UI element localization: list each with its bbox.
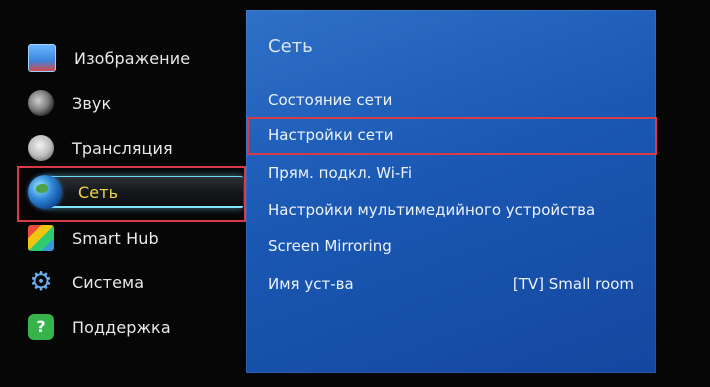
panel-item-label: Состояние сети: [268, 91, 393, 109]
panel-item-label: Настройки сети: [268, 126, 394, 144]
panel-item-label: Настройки мультимедийного устройства: [268, 201, 596, 219]
menu-item-picture[interactable]: Изображение: [28, 38, 243, 78]
panel-item-network-status[interactable]: Состояние сети: [246, 83, 656, 117]
menu-item-label: Сеть: [78, 182, 119, 202]
panel-title: Сеть: [268, 36, 313, 57]
menu-item-sound[interactable]: Звук: [28, 83, 243, 123]
menu-item-label: Smart Hub: [72, 228, 159, 248]
menu-item-label: Изображение: [74, 48, 191, 68]
tv-settings-screen: Изображение Звук Трансляция Сеть Smart H…: [0, 0, 710, 387]
satellite-dish-icon: [28, 135, 54, 161]
support-chat-icon: ?: [28, 314, 54, 340]
panel-item-network-settings[interactable]: Настройки сети: [246, 118, 656, 152]
panel-item-multimedia-device-settings[interactable]: Настройки мультимедийного устройства: [246, 193, 656, 227]
menu-item-label: Звук: [72, 93, 112, 113]
menu-item-label: Трансляция: [72, 138, 173, 158]
globe-icon: [28, 175, 62, 209]
panel-item-label: Screen Mirroring: [268, 237, 392, 255]
panel-item-screen-mirroring[interactable]: Screen Mirroring: [246, 229, 656, 263]
menu-item-smart-hub[interactable]: Smart Hub: [28, 218, 243, 258]
menu-item-network[interactable]: Сеть: [18, 168, 243, 216]
menu-item-broadcast[interactable]: Трансляция: [28, 128, 243, 168]
speaker-icon: [28, 90, 54, 116]
menu-item-system[interactable]: ⚙ Система: [28, 262, 243, 302]
menu-item-label: Система: [72, 272, 145, 292]
panel-item-device-name[interactable]: Имя уст-ва [TV] Small room: [246, 267, 656, 301]
menu-item-support[interactable]: ? Поддержка: [28, 307, 243, 347]
gear-icon: ⚙: [29, 267, 53, 297]
menu-item-label: Поддержка: [72, 317, 171, 337]
panel-item-wifi-direct[interactable]: Прям. подкл. Wi-Fi: [246, 156, 656, 190]
network-submenu-panel: Сеть Состояние сети Настройки сети Прям.…: [246, 10, 656, 373]
smart-hub-cube-icon: [28, 225, 54, 251]
panel-item-label: Имя уст-ва: [268, 275, 354, 293]
device-name-value: [TV] Small room: [512, 275, 634, 293]
panel-item-label: Прям. подкл. Wi-Fi: [268, 164, 413, 182]
picture-icon: [28, 44, 56, 72]
